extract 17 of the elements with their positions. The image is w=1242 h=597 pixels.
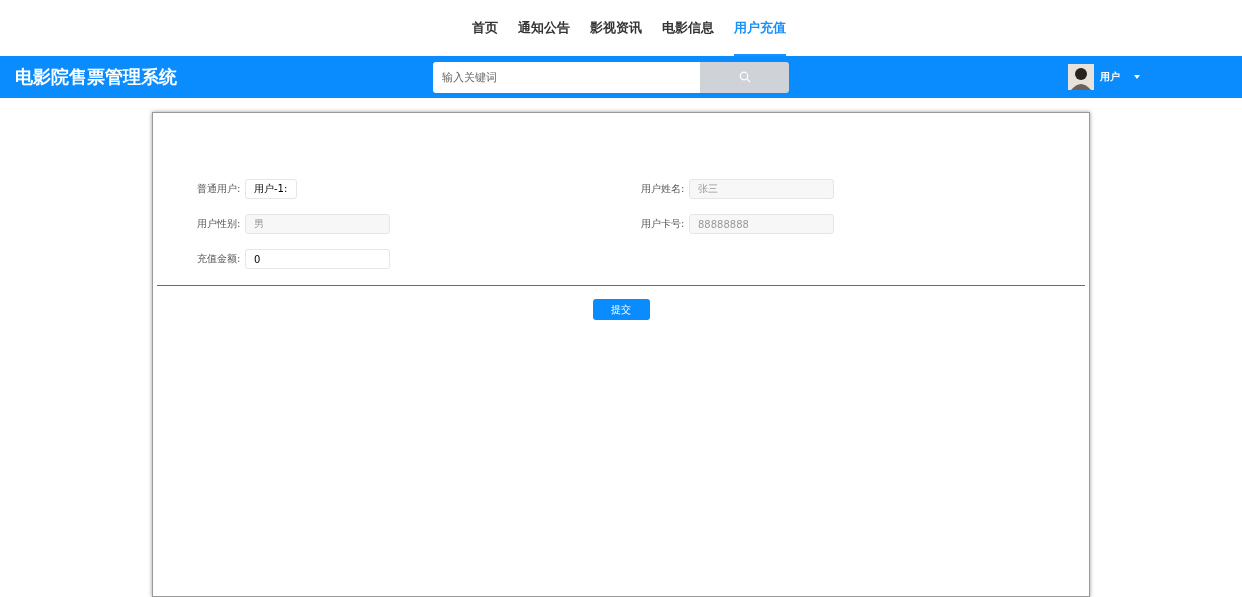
field-label: 用户卡号: xyxy=(641,217,683,231)
nav-tab[interactable]: 首页 xyxy=(472,0,498,56)
field-label: 用户性别: xyxy=(197,217,239,231)
search-icon xyxy=(738,71,751,83)
caret-icon[interactable] xyxy=(1134,75,1140,79)
input-field[interactable]: 0 xyxy=(245,249,390,269)
avatar-icon[interactable] xyxy=(1068,64,1094,90)
nav-tab[interactable]: 电影信息 xyxy=(662,0,714,56)
search-field[interactable]: 输入关键词 xyxy=(433,61,700,93)
search-button[interactable] xyxy=(700,61,789,93)
nav-tab[interactable]: 通知公告 xyxy=(518,0,570,56)
field-label: 用户姓名: xyxy=(641,182,683,196)
nav-tab[interactable]: 影视资讯 xyxy=(590,0,642,56)
site-title: 电影院售票管理系统 xyxy=(14,65,178,89)
input-field[interactable]: 用户-1: xyxy=(245,179,297,199)
field-label: 普通用户: xyxy=(197,182,239,196)
field-label: 充值金额: xyxy=(197,252,239,266)
